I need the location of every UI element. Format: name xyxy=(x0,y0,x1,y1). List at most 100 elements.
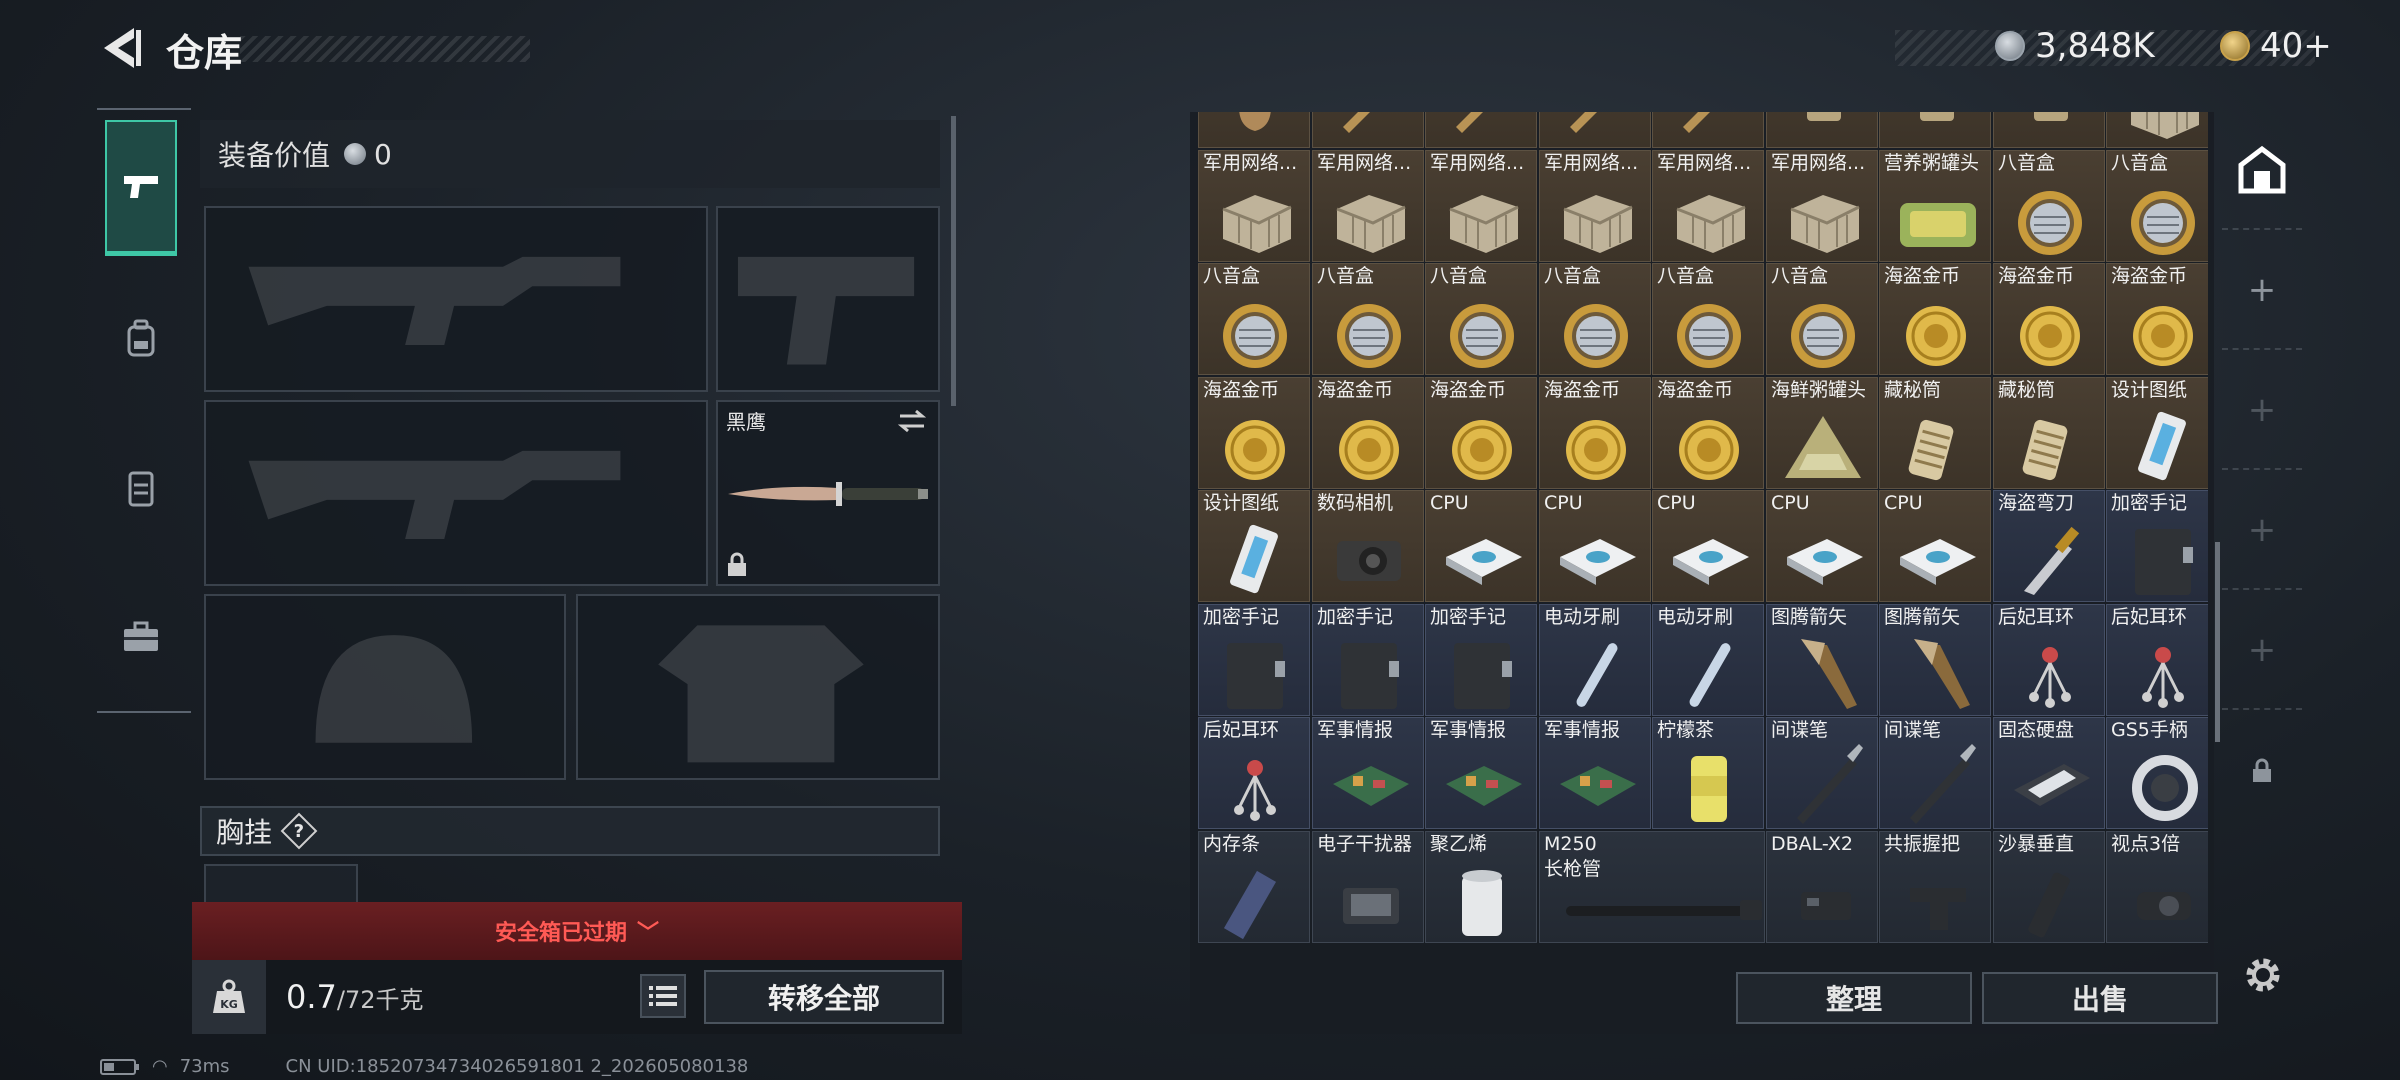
stash-item[interactable]: 八音盒 xyxy=(1652,263,1764,375)
tab-vest[interactable] xyxy=(105,420,177,556)
stash-item[interactable]: 八音盒 xyxy=(1993,150,2105,262)
sort-button[interactable]: 整理 xyxy=(1736,972,1972,1024)
stash-item[interactable]: 军用网络... xyxy=(1198,150,1310,262)
armor-slot[interactable] xyxy=(576,594,940,780)
tab-weapons[interactable] xyxy=(105,120,177,256)
stash-item[interactable]: 军用网络... xyxy=(1312,150,1424,262)
stash-item[interactable]: 电动牙刷 xyxy=(1539,604,1651,716)
back-button[interactable] xyxy=(96,22,144,74)
stash-item[interactable]: 图腾箭矢 xyxy=(1766,604,1878,716)
stash-item[interactable]: 军用网络... xyxy=(1539,150,1651,262)
stash-tab-add-3[interactable]: + xyxy=(2222,472,2302,590)
stash-item[interactable]: 间谍笔 xyxy=(1766,717,1878,829)
stash-item[interactable]: GS5手柄 xyxy=(2106,717,2208,829)
stash-item[interactable]: 海盗金币 xyxy=(1879,263,1991,375)
stash-item[interactable] xyxy=(1766,112,1878,148)
stash-item[interactable]: 军用网络... xyxy=(1425,150,1537,262)
stash-item[interactable]: 海盗金币 xyxy=(2106,263,2208,375)
stash-item[interactable]: 沙暴垂直 xyxy=(1993,831,2105,943)
stash-tab-add-2[interactable]: + xyxy=(2222,352,2302,470)
stash-item[interactable]: 藏秘筒 xyxy=(1879,377,1991,489)
chest-rig-row[interactable]: 胸挂 ? xyxy=(200,806,940,856)
currency-token[interactable]: 40+ xyxy=(2220,26,2332,66)
stash-tab-home[interactable] xyxy=(2222,112,2302,230)
chest-rig-slot[interactable] xyxy=(204,864,358,904)
stash-item[interactable]: 海鲜粥罐头 xyxy=(1766,377,1878,489)
stash-item[interactable]: 加密手记 xyxy=(1312,604,1424,716)
secondary-weapon-slot[interactable] xyxy=(204,400,708,586)
stash-item[interactable]: 数码相机 xyxy=(1312,490,1424,602)
stash-item[interactable]: 间谍笔 xyxy=(1879,717,1991,829)
stash-item[interactable]: 图腾箭矢 xyxy=(1879,604,1991,716)
stash-item[interactable]: 电动牙刷 xyxy=(1652,604,1764,716)
stash-item[interactable]: CPU xyxy=(1766,490,1878,602)
equipment-scrollbar[interactable] xyxy=(951,116,956,406)
tab-toolbox[interactable] xyxy=(105,570,177,706)
stash-item[interactable]: 海盗金币 xyxy=(1993,263,2105,375)
stash-item[interactable]: 聚乙烯 xyxy=(1425,831,1537,943)
primary-weapon-slot[interactable] xyxy=(204,206,708,392)
stash-tab-add-1[interactable]: + xyxy=(2222,232,2302,350)
stash-item[interactable]: 军事情报 xyxy=(1312,717,1424,829)
safe-box-expired-banner[interactable]: 安全箱已过期 ﹀ xyxy=(192,902,962,960)
stash-item[interactable]: 军事情报 xyxy=(1539,717,1651,829)
stash-item[interactable]: 八音盒 xyxy=(1312,263,1424,375)
stash-item[interactable]: 柠檬茶 xyxy=(1652,717,1764,829)
melee-slot[interactable]: 黑鹰 xyxy=(716,400,940,586)
stash-item[interactable]: 加密手记 xyxy=(1198,604,1310,716)
tab-backpack[interactable] xyxy=(105,270,177,406)
stash-item[interactable]: 后妃耳环 xyxy=(2106,604,2208,716)
stash-item[interactable]: 八音盒 xyxy=(1198,263,1310,375)
stash-item[interactable]: 海盗金币 xyxy=(1425,377,1537,489)
stash-item[interactable]: 电子干扰器 xyxy=(1312,831,1424,943)
stash-item[interactable]: CPU xyxy=(1652,490,1764,602)
stash-item[interactable]: 海盗金币 xyxy=(1539,377,1651,489)
stash-item[interactable]: CPU xyxy=(1425,490,1537,602)
stash-item[interactable]: 加密手记 xyxy=(1425,604,1537,716)
stash-item[interactable]: 军事情报 xyxy=(1425,717,1537,829)
pistol-slot[interactable] xyxy=(716,206,940,392)
settings-gear-icon[interactable] xyxy=(2240,952,2286,998)
sell-button[interactable]: 出售 xyxy=(1982,972,2218,1024)
stash-item[interactable]: 后妃耳环 xyxy=(1993,604,2105,716)
stash-item[interactable]: 加密手记 xyxy=(2106,490,2208,602)
list-view-button[interactable] xyxy=(640,974,686,1018)
stash-item[interactable]: 内存条 xyxy=(1198,831,1310,943)
stash-item[interactable]: 设计图纸 xyxy=(1198,490,1310,602)
stash-item[interactable] xyxy=(1425,112,1537,148)
currency-main[interactable]: 3,848K xyxy=(1995,26,2155,66)
stash-item[interactable]: 军用网络... xyxy=(1766,150,1878,262)
stash-item[interactable]: 设计图纸 xyxy=(2106,377,2208,489)
stash-item[interactable]: 海盗金币 xyxy=(1652,377,1764,489)
stash-item[interactable] xyxy=(1198,112,1310,148)
stash-item[interactable] xyxy=(1652,112,1764,148)
stash-item[interactable] xyxy=(1879,112,1991,148)
stash-item[interactable]: 八音盒 xyxy=(1766,263,1878,375)
stash-item[interactable]: 共振握把 xyxy=(1879,831,1991,943)
stash-item[interactable]: 海盗弯刀 xyxy=(1993,490,2105,602)
stash-item[interactable]: CPU xyxy=(1879,490,1991,602)
stash-scrollbar[interactable] xyxy=(2215,542,2220,742)
stash-item[interactable]: 营养粥罐头 xyxy=(1879,150,1991,262)
stash-item[interactable]: 八音盒 xyxy=(1425,263,1537,375)
stash-item[interactable]: DBAL-X2 xyxy=(1766,831,1878,943)
stash-item[interactable]: M250 长枪管 xyxy=(1539,831,1765,943)
helmet-slot[interactable] xyxy=(204,594,566,780)
transfer-all-button[interactable]: 转移全部 xyxy=(704,970,944,1024)
stash-item[interactable] xyxy=(1539,112,1651,148)
stash-tab-add-4[interactable]: + xyxy=(2222,592,2302,710)
stash-item[interactable] xyxy=(1993,112,2105,148)
stash-item[interactable]: 军用网络... xyxy=(1652,150,1764,262)
stash-item[interactable]: 八音盒 xyxy=(2106,150,2208,262)
stash-item[interactable]: 海盗金币 xyxy=(1312,377,1424,489)
stash-item[interactable]: 海盗金币 xyxy=(1198,377,1310,489)
stash-item[interactable]: 藏秘筒 xyxy=(1993,377,2105,489)
stash-item[interactable] xyxy=(2106,112,2208,148)
stash-item[interactable] xyxy=(1312,112,1424,148)
help-icon[interactable]: ? xyxy=(280,812,318,850)
stash-item[interactable]: CPU xyxy=(1539,490,1651,602)
stash-item[interactable]: 视点3倍 xyxy=(2106,831,2208,943)
stash-item[interactable]: 后妃耳环 xyxy=(1198,717,1310,829)
stash-item[interactable]: 固态硬盘 xyxy=(1993,717,2105,829)
stash-tab-locked[interactable] xyxy=(2222,712,2302,830)
